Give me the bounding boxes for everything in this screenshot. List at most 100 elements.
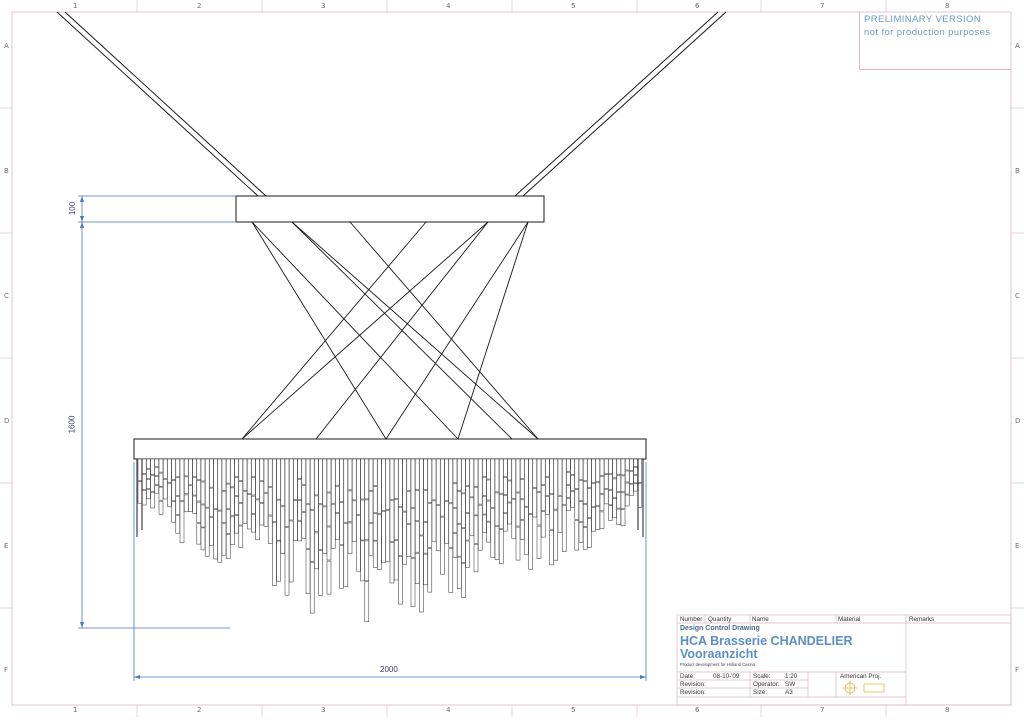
- crystal-segment: [259, 481, 265, 503]
- crystal-segment: [507, 480, 512, 503]
- dimension-arrowhead: [80, 196, 84, 202]
- crystal-segment: [414, 490, 420, 522]
- crystal-segment: [482, 514, 487, 533]
- crystal-segment: [519, 519, 525, 540]
- crystal-segment: [419, 535, 424, 613]
- crystal-segment: [498, 529, 504, 564]
- crystal-segment: [469, 497, 475, 537]
- crystal-segment: [574, 458, 580, 489]
- crystal-segment: [498, 458, 504, 494]
- crystal-segment: [566, 471, 571, 485]
- crystal-segment: [561, 505, 567, 552]
- crystal-segment: [385, 458, 391, 510]
- tb-scale-label: Scale:: [753, 673, 771, 680]
- crystal-segment: [620, 509, 626, 526]
- crystal-segment: [469, 458, 475, 498]
- crystal-segment: [267, 487, 273, 516]
- crystal-segment: [608, 458, 613, 474]
- crystal-segment: [385, 510, 391, 562]
- lattice-rod: [251, 221, 459, 440]
- crystal-segment: [599, 476, 605, 494]
- crystal-segment: [192, 458, 197, 477]
- crystal-segment: [494, 526, 500, 560]
- crystal-segment: [225, 458, 231, 484]
- crystal-segment: [158, 486, 164, 501]
- crystal-segment: [465, 540, 470, 568]
- crystal-segment: [204, 507, 210, 557]
- crystal-segment: [482, 496, 487, 515]
- crystal-segment: [561, 458, 567, 506]
- crystal-segment: [368, 523, 374, 556]
- crystal-segment: [402, 511, 407, 565]
- crystal-segment: [461, 563, 466, 598]
- crystal-segment: [154, 467, 160, 476]
- zone-col-bottom-8: 8: [945, 706, 950, 714]
- crystal-segment: [146, 468, 151, 479]
- crystal-segment: [326, 526, 332, 561]
- crystal-segment: [431, 458, 437, 501]
- crystal-segment: [507, 502, 512, 525]
- crystal-segment: [490, 508, 496, 558]
- crystal-segment: [368, 458, 374, 491]
- crystal-segment: [267, 458, 273, 487]
- tb-revision-label-2: Revision:: [680, 689, 706, 696]
- crystal-segment: [255, 499, 260, 541]
- crystal-segment: [591, 458, 596, 483]
- crystal-segment: [171, 458, 176, 480]
- crystal-segment: [629, 471, 634, 484]
- crystal-segment: [364, 458, 370, 500]
- dimension-arrowhead: [80, 222, 84, 228]
- crystal-segment: [251, 495, 256, 514]
- crystal-segment: [423, 490, 428, 522]
- zone-row-left-A: A: [4, 42, 9, 50]
- crystal-segment: [318, 458, 323, 505]
- lattice-rods: [241, 221, 539, 440]
- crystal-segment: [326, 458, 332, 493]
- crystal-segment: [398, 507, 403, 556]
- crystal-segment: [343, 523, 349, 587]
- crystal-segment: [578, 522, 584, 543]
- crystal-segment: [288, 458, 294, 521]
- crystal-segment: [171, 480, 176, 502]
- crystal-segment: [158, 458, 164, 473]
- crystal-segment: [154, 485, 160, 494]
- crystal-segment: [540, 458, 546, 485]
- crystal-segment: [620, 458, 626, 476]
- crystal-segment: [297, 520, 302, 542]
- crystal-segment: [553, 509, 559, 561]
- crystal-segment: [225, 483, 231, 509]
- crystal-segment: [288, 520, 294, 583]
- dimension-arrowhead: [80, 216, 84, 222]
- crystal-segment: [167, 458, 172, 483]
- crystal-segment: [251, 477, 256, 496]
- crystal-segment: [540, 511, 546, 538]
- crystal-segment: [280, 458, 286, 507]
- lattice-rod: [315, 221, 489, 440]
- crystal-segment: [137, 458, 143, 481]
- crystal-segment: [465, 458, 470, 486]
- crystal-segment: [582, 458, 588, 482]
- zone-col-top-3: 3: [321, 2, 326, 10]
- crystal-segment: [452, 508, 458, 533]
- crystal-segment: [566, 498, 571, 511]
- zone-row-right-D: D: [1015, 417, 1021, 425]
- crystal-segment: [209, 516, 214, 546]
- crystal-segment: [200, 481, 206, 505]
- crystal-segment: [263, 458, 269, 493]
- crystal-segment: [322, 458, 328, 507]
- crystal-segment: [225, 534, 231, 559]
- crystal-segment: [238, 458, 244, 481]
- dim-label-1600: 1600: [67, 415, 77, 434]
- crystal-segment: [196, 480, 202, 502]
- crystal-segment: [624, 482, 630, 495]
- crystal-segment: [377, 458, 382, 515]
- zone-ticks: [0, 0, 1024, 717]
- crystal-segment: [410, 458, 416, 508]
- zone-row-left-F: F: [4, 666, 9, 674]
- zone-col-bottom-3: 3: [321, 706, 326, 714]
- crystal-segment: [175, 458, 181, 478]
- crystal-segment: [389, 458, 395, 500]
- cable-right-b: [522, 11, 727, 197]
- tb-title: HCA Brasserie CHANDELIER: [680, 634, 853, 648]
- crystal-segment: [570, 491, 575, 508]
